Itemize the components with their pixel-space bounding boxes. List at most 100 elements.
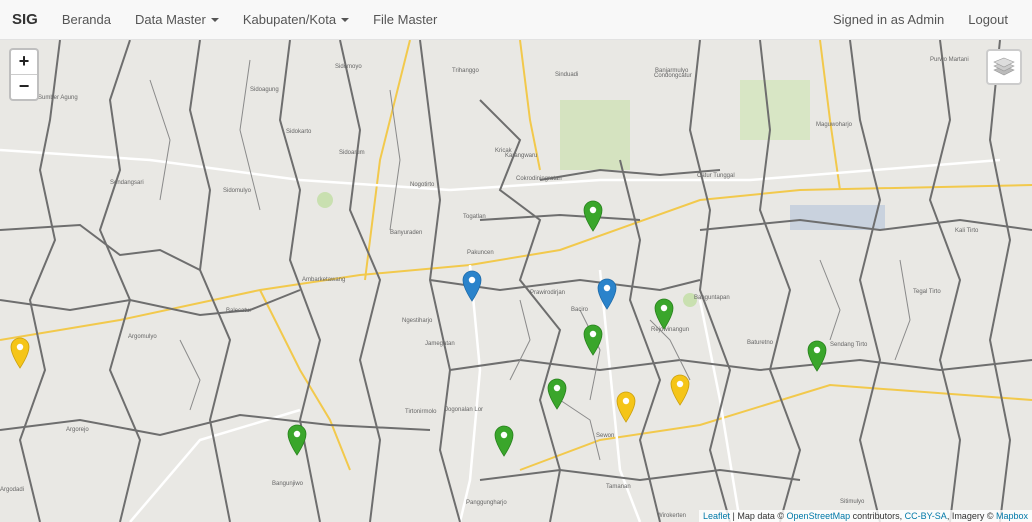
place-label: Argodadi — [0, 487, 25, 493]
place-label: Condongcatur — [654, 73, 692, 79]
place-label: Kali Tirto — [955, 228, 979, 234]
place-label: Sendangsari — [110, 180, 144, 186]
leaflet-link[interactable]: Leaflet — [703, 511, 730, 521]
marker-pin-icon — [807, 340, 827, 372]
license-link[interactable]: CC-BY-SA — [905, 511, 947, 521]
marker-pin-icon — [10, 337, 30, 369]
map-marker[interactable] — [10, 337, 30, 369]
map-marker[interactable] — [654, 298, 674, 330]
place-label: Sidomulyo — [223, 188, 252, 194]
nav-kabupaten-kota[interactable]: Kabupaten/Kota — [231, 12, 361, 27]
nav-beranda[interactable]: Beranda — [50, 12, 123, 27]
place-label: Wirokerten — [657, 513, 687, 519]
nav-kabupaten-label: Kabupaten/Kota — [242, 12, 337, 27]
place-label: Panggungharjo — [466, 500, 507, 506]
map-marker[interactable] — [583, 200, 603, 232]
attribution-text: contributors, — [850, 511, 905, 521]
place-label: Karangwaru — [505, 153, 538, 159]
nav-file-master-label: File Master — [373, 12, 438, 27]
marker-pin-icon — [547, 378, 567, 410]
place-label: Argorejo — [66, 427, 89, 433]
place-label: Togatlan — [463, 214, 486, 220]
attribution-text: | Map data © — [730, 511, 787, 521]
map-marker[interactable] — [597, 278, 617, 310]
map-marker[interactable] — [462, 270, 482, 302]
marker-pin-icon — [583, 324, 603, 356]
place-label: Balecatur — [226, 308, 252, 314]
place-label: Sendang Tirto — [830, 342, 868, 348]
nav-data-master-label: Data Master — [135, 12, 206, 27]
place-label: Banyuraden — [390, 230, 423, 236]
marker-pin-icon — [287, 424, 307, 456]
map-marker[interactable] — [494, 425, 514, 457]
place-label: Cokrodiningratan — [516, 176, 562, 182]
signed-in-text: Signed in as Admin — [832, 12, 945, 27]
place-label: Tirtonirmolo — [405, 409, 437, 415]
navbar: SIG Beranda Data Master Kabupaten/Kota F… — [0, 0, 1032, 40]
map-base[interactable] — [0, 40, 1032, 522]
map-marker[interactable] — [547, 378, 567, 410]
place-label: Sidoarum — [339, 150, 365, 156]
caret-down-icon — [210, 17, 219, 22]
place-label: Tegal Tirto — [913, 289, 941, 295]
place-label: Argomulyo — [128, 334, 157, 340]
marker-pin-icon — [597, 278, 617, 310]
map-marker[interactable] — [670, 374, 690, 406]
place-label: Purwo Martani — [930, 57, 969, 63]
nav-beranda-label: Beranda — [61, 12, 111, 27]
place-label: Prawirodirjan — [530, 290, 566, 296]
osm-link[interactable]: OpenStreetMap — [787, 511, 851, 521]
place-label: Nogotirto — [410, 182, 435, 188]
place-label: Trihanggo — [452, 68, 479, 74]
park-area — [317, 192, 333, 208]
layers-icon — [993, 57, 1015, 76]
park-area — [560, 100, 630, 170]
place-label: Sewon — [596, 433, 615, 439]
place-label: Sinduadi — [555, 72, 579, 78]
place-label: Sitimulyo — [840, 499, 865, 505]
road-network — [0, 40, 1032, 471]
layers-button[interactable] — [986, 49, 1022, 85]
place-label: Sidomoyo — [335, 64, 362, 70]
place-label: Pakuncen — [467, 250, 494, 256]
map-marker[interactable] — [807, 340, 827, 372]
zoom-out-button[interactable]: − — [11, 74, 37, 99]
place-label: Baturetno — [747, 340, 774, 346]
marker-pin-icon — [583, 200, 603, 232]
place-label: Bangunjiwo — [272, 481, 304, 487]
marker-pin-icon — [462, 270, 482, 302]
nav-data-master[interactable]: Data Master — [123, 12, 231, 27]
zoom-in-button[interactable]: + — [11, 50, 37, 74]
zoom-control: + − — [9, 48, 39, 101]
nav-file-master[interactable]: File Master — [361, 12, 449, 27]
place-label: Jamegatan — [425, 341, 455, 347]
airport-area — [790, 205, 885, 230]
place-label: Sidoagung — [250, 87, 279, 93]
place-label: Sumber Agung — [38, 95, 78, 101]
marker-pin-icon — [616, 391, 636, 423]
marker-pin-icon — [654, 298, 674, 330]
map-attribution: Leaflet | Map data © OpenStreetMap contr… — [699, 510, 1032, 522]
place-label: Sidokarto — [286, 129, 312, 135]
place-label: Catur Tunggal — [697, 173, 735, 179]
place-label: Jogonalan Lor — [445, 407, 484, 413]
admin-boundaries — [0, 40, 1032, 522]
map-marker[interactable] — [616, 391, 636, 423]
brand[interactable]: SIG — [0, 11, 50, 28]
place-label: Tamanan — [606, 484, 631, 490]
attribution-text: , Imagery © — [946, 511, 996, 521]
marker-pin-icon — [670, 374, 690, 406]
place-label: Banguntapan — [694, 295, 730, 301]
map-marker[interactable] — [583, 324, 603, 356]
marker-pin-icon — [494, 425, 514, 457]
place-label: Ngestiharjo — [402, 318, 433, 324]
logout-link[interactable]: Logout — [956, 12, 1032, 27]
caret-down-icon — [341, 17, 350, 22]
map[interactable]: Sidomoyo Trihanggo Sinduadi Banjarmulyo … — [0, 40, 1032, 522]
place-label: Ambarketawang — [302, 277, 346, 283]
mapbox-link[interactable]: Mapbox — [996, 511, 1028, 521]
place-label: Maguwoharjo — [816, 122, 853, 128]
map-marker[interactable] — [287, 424, 307, 456]
place-label: Baciro — [571, 307, 589, 313]
park-area — [740, 80, 810, 140]
